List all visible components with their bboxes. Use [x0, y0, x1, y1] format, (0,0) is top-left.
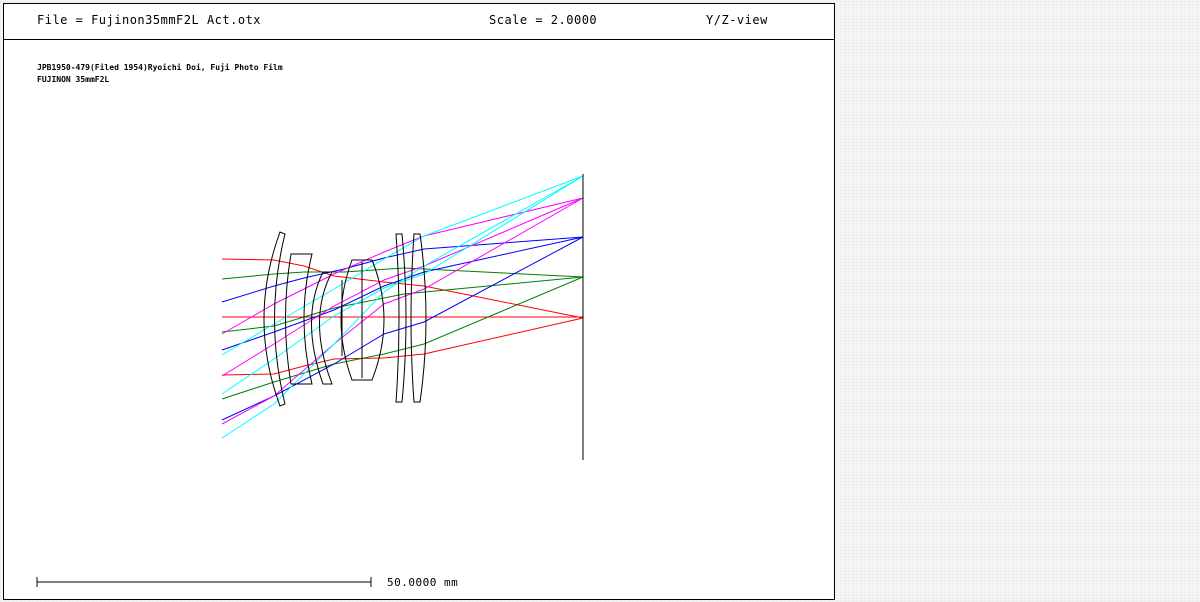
lens-element-6 [410, 233, 427, 403]
ray-field-2-0 [221, 236, 584, 303]
lens-ray-diagram [36, 174, 584, 587]
ray-field-0-2 [221, 317, 584, 376]
scale-bar [36, 577, 372, 587]
lens-elements [263, 231, 427, 407]
ray-field-3-2 [221, 197, 584, 425]
lens-element-5 [395, 233, 407, 403]
ray-field-1-2 [221, 276, 584, 400]
scale-bar-label: 50.0000 mm [387, 576, 459, 589]
drawing-frame: File = Fujinon35mmF2L Act.otx Scale = 2.… [3, 3, 835, 600]
